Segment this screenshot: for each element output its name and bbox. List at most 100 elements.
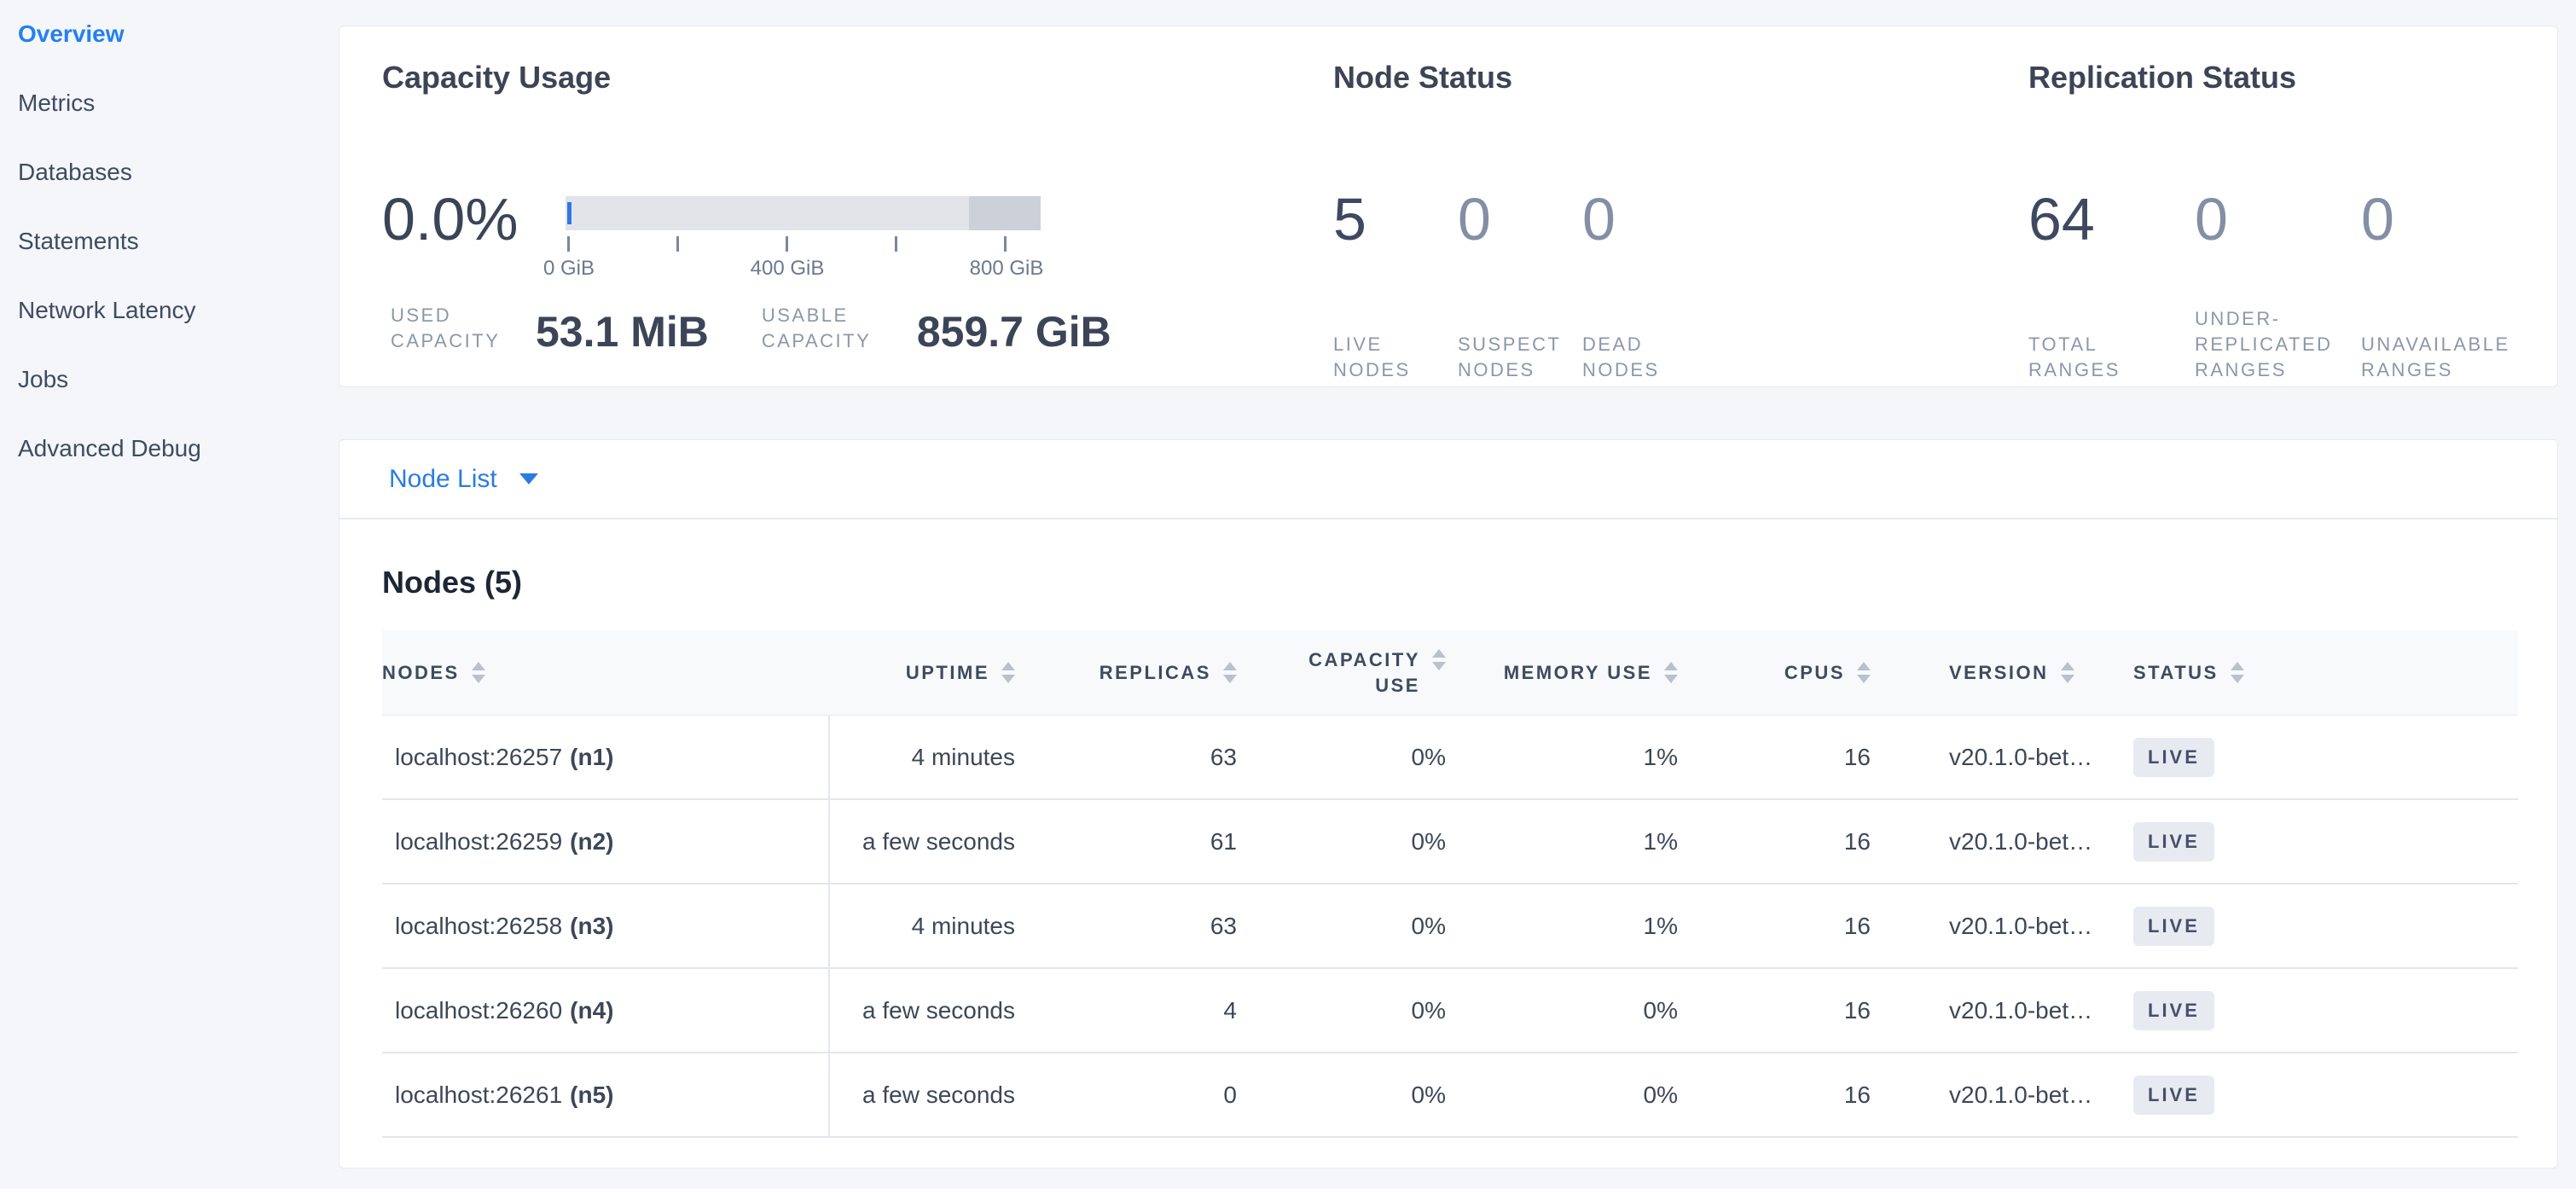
- replication-status-panel: Replication Status 64 TOTAL RANGES 0 UND…: [2028, 59, 2540, 383]
- sidebar-item-jobs[interactable]: Jobs: [18, 364, 337, 395]
- cpus-cell: 16: [1687, 1053, 1883, 1136]
- column-header-version[interactable]: VERSION: [1883, 630, 2122, 715]
- node-id: (n2): [570, 828, 613, 856]
- uptime-cell: 4 minutes: [830, 716, 1039, 798]
- node-id: (n1): [570, 744, 613, 771]
- dead-nodes-stat: 0 DEAD NODES: [1582, 185, 1685, 383]
- sidebar-item-statements[interactable]: Statements: [18, 226, 337, 257]
- replication-status-title: Replication Status: [2028, 59, 2540, 96]
- total-ranges-value: 64: [2028, 185, 2173, 253]
- node-list-header: Node List: [339, 440, 2557, 519]
- node-status-title: Node Status: [1333, 59, 1999, 96]
- cpus-cell: 16: [1687, 800, 1883, 883]
- nodes-table: NODES UPTIME REPLICAS CAPACITY USE MEMOR…: [382, 630, 2518, 1138]
- column-header-memory-use[interactable]: MEMORY USE: [1457, 630, 1687, 715]
- usable-capacity-value: 859.7 GiB: [917, 310, 1111, 354]
- sort-icon: [2231, 662, 2244, 683]
- sidebar-item-databases[interactable]: Databases: [18, 157, 337, 188]
- unavailable-ranges-value: 0: [2361, 185, 2506, 253]
- sort-icon: [1857, 662, 1871, 683]
- capacity-axis-ticks: [567, 236, 1007, 252]
- node-list-card: Node List Nodes (5) NODES UPTIME REPLICA…: [339, 439, 2558, 1169]
- node-address: localhost:26257: [395, 744, 562, 771]
- memory-use-cell: 0%: [1457, 969, 1687, 1052]
- capacity-use-cell: 0%: [1252, 716, 1457, 798]
- node-table-row[interactable]: localhost:26257 (n1) 4 minutes 63 0% 1% …: [382, 716, 2518, 800]
- node-list-dropdown-label: Node List: [389, 465, 497, 494]
- nodes-table-header: NODES UPTIME REPLICAS CAPACITY USE MEMOR…: [382, 630, 2518, 716]
- column-header-replicas[interactable]: REPLICAS: [1039, 630, 1252, 715]
- used-capacity-label: USED CAPACITY: [391, 303, 517, 354]
- sort-icon: [2061, 662, 2074, 683]
- cpus-cell: 16: [1687, 884, 1883, 967]
- node-address: localhost:26261: [395, 1082, 562, 1109]
- sidebar-item-metrics[interactable]: Metrics: [18, 88, 337, 119]
- nodes-count-title: Nodes (5): [382, 564, 2515, 601]
- status-badge: LIVE: [2133, 991, 2214, 1030]
- nodes-table-body: localhost:26257 (n1) 4 minutes 63 0% 1% …: [382, 716, 2518, 1138]
- memory-use-cell: 1%: [1457, 800, 1687, 883]
- sort-icon: [472, 662, 485, 683]
- status-cell: LIVE: [2122, 716, 2518, 798]
- node-address: localhost:26259: [395, 828, 562, 856]
- live-nodes-value: 5: [1333, 185, 1436, 253]
- suspect-nodes-label: SUSPECT NODES: [1458, 332, 1561, 383]
- sidebar-item-advanced-debug[interactable]: Advanced Debug: [18, 433, 337, 464]
- axis-label-400gib: 400 GiB: [751, 257, 825, 281]
- cluster-summary-card: Capacity Usage 0.0% 0 GiB 400 GiB 800 Gi…: [339, 26, 2558, 387]
- status-cell: LIVE: [2122, 1053, 2518, 1136]
- replicas-cell: 4: [1039, 969, 1252, 1052]
- uptime-cell: 4 minutes: [830, 884, 1039, 967]
- sort-icon: [1001, 662, 1015, 683]
- column-header-nodes[interactable]: NODES: [382, 630, 830, 715]
- total-ranges-stat: 64 TOTAL RANGES: [2028, 185, 2173, 383]
- node-address-cell: localhost:26261 (n5): [382, 1053, 830, 1136]
- column-header-status[interactable]: STATUS: [2122, 630, 2518, 715]
- axis-label-0gib: 0 GiB: [543, 257, 595, 281]
- under-replicated-ranges-stat: 0 UNDER-REPLICATED RANGES: [2195, 185, 2340, 383]
- capacity-use-cell: 0%: [1252, 884, 1457, 967]
- version-cell: v20.1.0-bet…: [1883, 969, 2122, 1052]
- capacity-usage-panel: Capacity Usage 0.0% 0 GiB 400 GiB 800 Gi…: [382, 59, 1329, 282]
- uptime-cell: a few seconds: [830, 969, 1039, 1052]
- suspect-nodes-value: 0: [1458, 185, 1561, 253]
- column-header-cpus[interactable]: CPUS: [1687, 630, 1883, 715]
- column-header-uptime[interactable]: UPTIME: [830, 630, 1039, 715]
- capacity-bar: [566, 196, 1041, 230]
- sort-icon: [1664, 662, 1678, 683]
- usable-capacity-label: USABLE CAPACITY: [762, 303, 898, 354]
- version-cell: v20.1.0-bet…: [1883, 800, 2122, 883]
- status-badge: LIVE: [2133, 1076, 2214, 1115]
- status-cell: LIVE: [2122, 884, 2518, 967]
- memory-use-cell: 0%: [1457, 1053, 1687, 1136]
- node-address-cell: localhost:26258 (n3): [382, 884, 830, 967]
- sidebar: Overview Metrics Databases Statements Ne…: [0, 0, 337, 1189]
- under-replicated-ranges-value: 0: [2195, 185, 2340, 253]
- status-cell: LIVE: [2122, 800, 2518, 883]
- node-table-row[interactable]: localhost:26258 (n3) 4 minutes 63 0% 1% …: [382, 884, 2518, 969]
- node-table-row[interactable]: localhost:26260 (n4) a few seconds 4 0% …: [382, 969, 2518, 1053]
- suspect-nodes-stat: 0 SUSPECT NODES: [1458, 185, 1561, 383]
- node-address-cell: localhost:26260 (n4): [382, 969, 830, 1052]
- column-header-capacity-use[interactable]: CAPACITY USE: [1252, 630, 1457, 715]
- status-cell: LIVE: [2122, 969, 2518, 1052]
- node-address-cell: localhost:26259 (n2): [382, 800, 830, 883]
- replicas-cell: 61: [1039, 800, 1252, 883]
- replicas-cell: 63: [1039, 884, 1252, 967]
- capacity-use-cell: 0%: [1252, 800, 1457, 883]
- node-table-row[interactable]: localhost:26259 (n2) a few seconds 61 0%…: [382, 800, 2518, 884]
- status-badge: LIVE: [2133, 907, 2214, 946]
- chevron-down-icon: [519, 473, 538, 484]
- node-id: (n4): [570, 997, 613, 1024]
- node-table-row[interactable]: localhost:26261 (n5) a few seconds 0 0% …: [382, 1053, 2518, 1138]
- axis-label-800gib: 800 GiB: [970, 257, 1044, 281]
- replicas-cell: 63: [1039, 716, 1252, 798]
- unavailable-ranges-label: UNAVAILABLE RANGES: [2361, 332, 2506, 383]
- node-list-dropdown[interactable]: Node List: [389, 465, 538, 494]
- node-status-panel: Node Status 5 LIVE NODES 0 SUSPECT NODES…: [1333, 59, 1999, 383]
- sort-icon: [1432, 649, 1446, 670]
- sidebar-item-network-latency[interactable]: Network Latency: [18, 295, 337, 326]
- sidebar-item-overview[interactable]: Overview: [18, 19, 337, 49]
- capacity-bar-chart: 0 GiB 400 GiB 800 GiB: [566, 196, 1041, 282]
- dead-nodes-value: 0: [1582, 185, 1685, 253]
